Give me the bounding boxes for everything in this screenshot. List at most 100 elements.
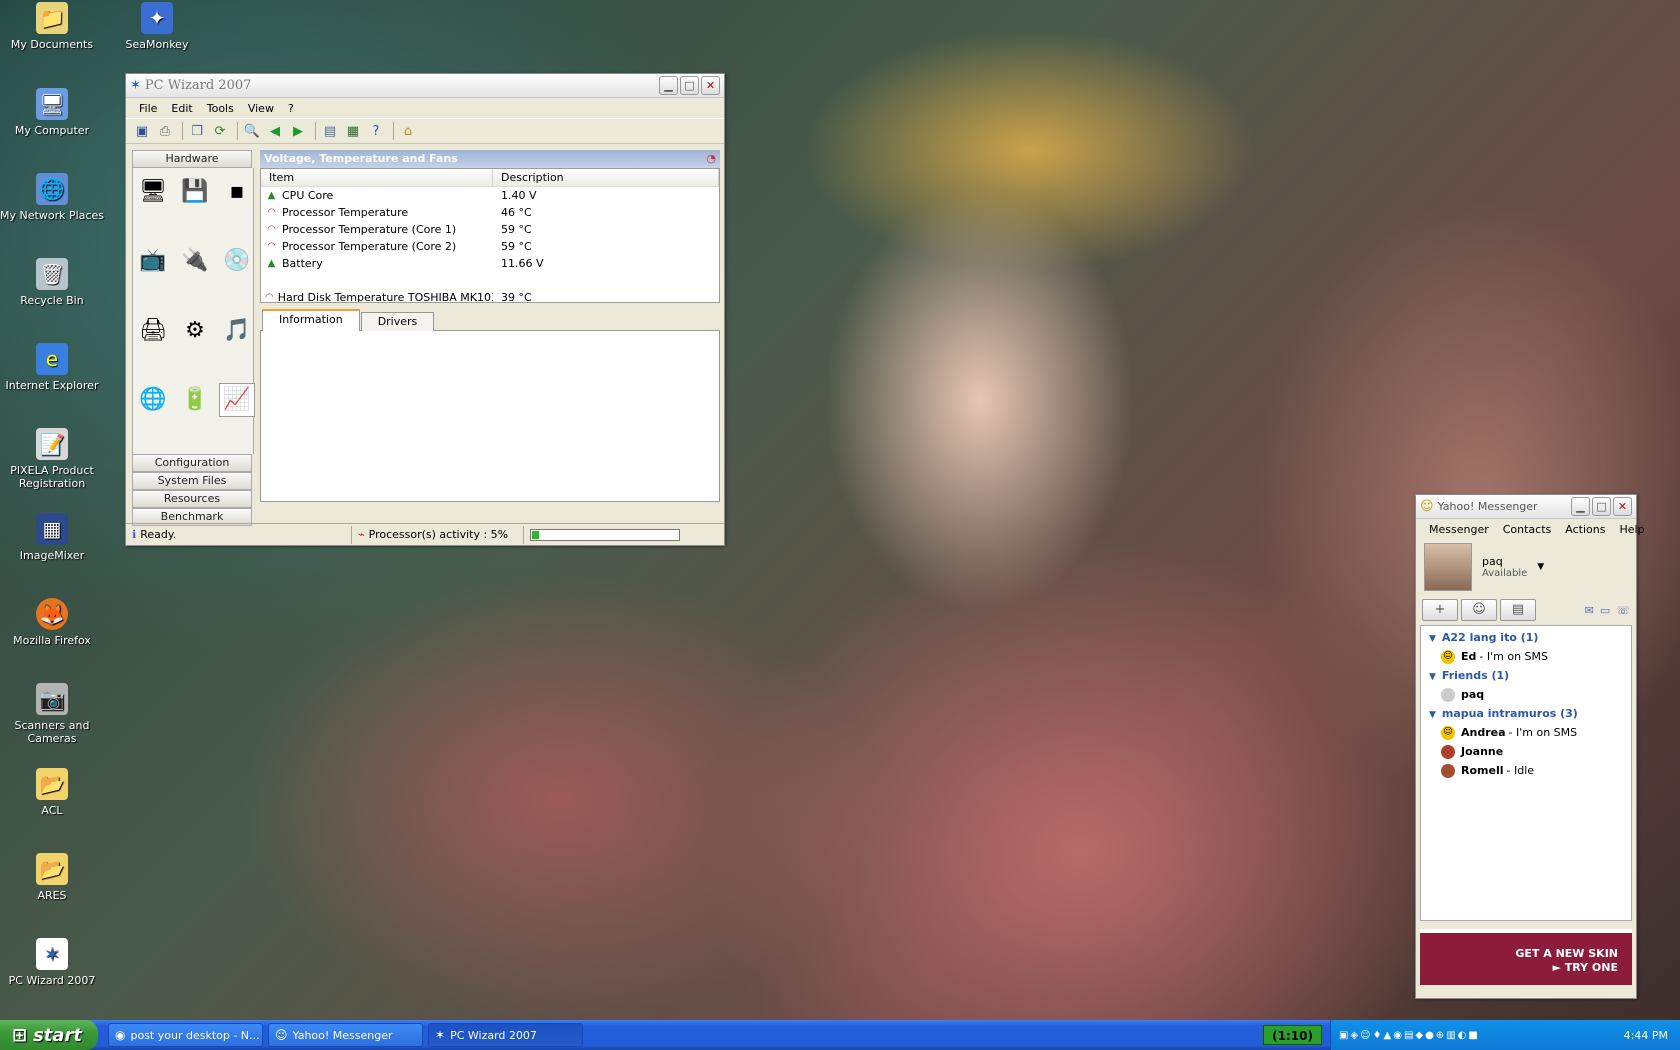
desktop-icon-firefox[interactable]: 🦊 Mozilla Firefox [0, 598, 104, 647]
status-dropdown-icon[interactable]: ▼ [1537, 562, 1544, 572]
table-row[interactable]: ▲ CPU Core 1.40 V [261, 187, 719, 204]
menu-tools[interactable]: Tools [200, 102, 241, 115]
mainboard-icon[interactable]: 💾 [177, 174, 213, 208]
close-button[interactable]: ✕ [1613, 497, 1632, 516]
minimize-button[interactable]: ▁ [1571, 497, 1590, 516]
table-row[interactable]: ▲ Battery 11.66 V [261, 255, 719, 272]
column-header-description[interactable]: Description [493, 169, 719, 186]
sensor-list[interactable]: Item Description ▲ CPU Core 1.40 V ◠ Process… [260, 168, 720, 303]
desktop-icon-pcwizard[interactable]: ✶ PC Wizard 2007 [0, 938, 104, 987]
multimedia-icon[interactable]: 🎵 [219, 313, 255, 347]
network-icon[interactable]: 🌐 [135, 383, 171, 417]
tab-drivers[interactable]: Drivers [360, 312, 435, 331]
close-button[interactable]: ✕ [701, 76, 720, 95]
system-files-category-button[interactable]: System Files [132, 472, 252, 490]
drives-icon[interactable]: 💿 [219, 244, 255, 278]
timer-badge[interactable]: (1:10) [1263, 1025, 1322, 1045]
contact-item[interactable]: ☺ Andrea - I'm on SMS [1421, 723, 1631, 742]
contact-item[interactable]: Joanne [1421, 742, 1631, 761]
desktop-icon-internet-explorer[interactable]: e Internet Explorer [0, 343, 104, 392]
hardware-category-button[interactable]: Hardware [132, 150, 252, 168]
desktop-icon-imagemixer[interactable]: ▦ ImageMixer [0, 513, 104, 562]
column-header-item[interactable]: Item [261, 169, 493, 186]
address-book-icon[interactable]: ▤ [1500, 599, 1536, 621]
back-icon[interactable]: ◀ [265, 121, 285, 141]
add-contact-button[interactable]: + [1422, 599, 1458, 621]
resources-category-button[interactable]: Resources [132, 490, 252, 508]
menu-contacts[interactable]: Contacts [1496, 523, 1559, 536]
forward-icon[interactable]: ▶ [288, 121, 308, 141]
maximize-button[interactable]: □ [680, 76, 699, 95]
board-icon[interactable]: ▦ [343, 121, 363, 141]
information-pane[interactable] [260, 330, 720, 502]
contact-item[interactable]: Romell - Idle [1421, 761, 1631, 780]
menu-help[interactable]: Help [1612, 523, 1651, 536]
menu-help[interactable]: ? [281, 102, 301, 115]
desktop-icon-my-documents[interactable]: 📁 My Documents [0, 2, 104, 51]
contact-item[interactable]: paq [1421, 685, 1631, 704]
table-row[interactable]: ◠ Processor Temperature (Core 1) 59 °C [261, 221, 719, 238]
configuration-category-button[interactable]: Configuration [132, 454, 252, 472]
devices-icon[interactable]: ⚙ [177, 313, 213, 347]
sms-icon[interactable]: ▭ [1600, 604, 1610, 617]
power-icon[interactable]: 🔋 [177, 383, 213, 417]
table-row[interactable]: ◠ Hard Disk Temperature TOSHIBA MK103... 3… [261, 289, 719, 302]
refresh-icon[interactable]: ⟳ [210, 121, 230, 141]
copy-icon[interactable]: ❐ [187, 121, 207, 141]
taskbar-button-yahoo[interactable]: ☺ Yahoo! Messenger [268, 1023, 423, 1047]
desktop-icon-recycle-bin[interactable]: 🗑 Recycle Bin [0, 258, 104, 307]
group-header[interactable]: ▼ A22 lang ito (1) [1421, 628, 1631, 647]
contacts-view-icon[interactable]: ☺ [1461, 599, 1497, 621]
voice-icon[interactable]: ☏ [1616, 604, 1630, 617]
system-summary-icon[interactable]: 🖥 [135, 174, 171, 208]
table-row[interactable]: ◠ Processor Temperature 46 °C [261, 204, 719, 221]
group-header[interactable]: ▼ mapua intramuros (3) [1421, 704, 1631, 723]
search-icon[interactable]: 🔍 [242, 121, 262, 141]
pcwizard-window[interactable]: ✶ PC Wizard 2007 ▁ □ ✕ File Edit Tools V… [125, 73, 725, 546]
ports-icon[interactable]: 🔌 [177, 244, 213, 278]
printer-icon[interactable]: 🖨 [135, 313, 171, 347]
user-info[interactable]: paq Available [1482, 555, 1527, 579]
hardware-icon[interactable]: ▤ [320, 121, 340, 141]
table-row[interactable]: ◠ Processor Temperature (Core 2) 59 °C [261, 238, 719, 255]
clock[interactable]: 4:44 PM [1624, 1029, 1668, 1042]
yahoo-titlebar[interactable]: ☺ Yahoo! Messenger ▁ □ ✕ [1416, 495, 1636, 519]
menu-messenger[interactable]: Messenger [1422, 523, 1496, 536]
desktop-icon-scanners[interactable]: 📷 Scanners and Cameras [0, 683, 104, 745]
contact-list[interactable]: ▼ A22 lang ito (1) ☺ Ed - I'm on SMS ▼ Frie… [1420, 625, 1632, 921]
skin-ad-banner[interactable]: GET A NEW SKIN ► TRY ONE [1420, 929, 1632, 985]
desktop-icon-pixela[interactable]: 📝 PIXELA Product Registration [0, 428, 104, 490]
voltage-icon: ▲ [267, 190, 276, 201]
tab-information[interactable]: Information [262, 309, 360, 331]
tray-icons[interactable]: ▣◈☺♦▲◉▤◆●⊕▥◐■ [1339, 1030, 1624, 1041]
desktop-icon-ares[interactable]: 📂 ARES [0, 853, 104, 902]
print-icon[interactable]: ⎙ [155, 121, 175, 141]
menu-edit[interactable]: Edit [164, 102, 199, 115]
contact-item[interactable]: ☺ Ed - I'm on SMS [1421, 647, 1631, 666]
menu-view[interactable]: View [241, 102, 281, 115]
mail-icon[interactable]: ✉ [1585, 604, 1594, 617]
taskbar-button-firefox[interactable]: ◉ post your desktop - N... [108, 1023, 263, 1047]
avatar[interactable] [1424, 543, 1472, 591]
table-row[interactable] [261, 272, 719, 289]
pcwizard-titlebar[interactable]: ✶ PC Wizard 2007 ▁ □ ✕ [126, 74, 724, 98]
video-icon[interactable]: 📺 [135, 244, 171, 278]
home-icon[interactable]: ⌂ [398, 121, 418, 141]
menu-file[interactable]: File [132, 102, 164, 115]
voltage-gauge-icon[interactable]: 📈 [219, 382, 255, 417]
taskbar-button-pcwizard[interactable]: ✶ PC Wizard 2007 [428, 1023, 583, 1047]
desktop-icon-acl[interactable]: 📂 ACL [0, 768, 104, 817]
desktop-icon-my-computer[interactable]: 🖥 My Computer [0, 88, 104, 137]
minimize-button[interactable]: ▁ [659, 76, 678, 95]
yahoo-title: Yahoo! Messenger [1437, 500, 1538, 513]
save-icon[interactable]: ▣ [132, 121, 152, 141]
group-header[interactable]: ▼ Friends (1) [1421, 666, 1631, 685]
maximize-button[interactable]: □ [1592, 497, 1611, 516]
desktop-icon-seamonkey[interactable]: ✦ SeaMonkey [105, 2, 209, 51]
memory-chip-icon[interactable]: ▪ [219, 174, 255, 208]
desktop-icon-network[interactable]: 🌐 My Network Places [0, 173, 104, 222]
help-icon[interactable]: ? [366, 121, 386, 141]
menu-actions[interactable]: Actions [1558, 523, 1612, 536]
start-button[interactable]: ⊞ start [0, 1020, 98, 1050]
yahoo-messenger-window[interactable]: ☺ Yahoo! Messenger ▁ □ ✕ Messenger Conta… [1415, 494, 1645, 999]
